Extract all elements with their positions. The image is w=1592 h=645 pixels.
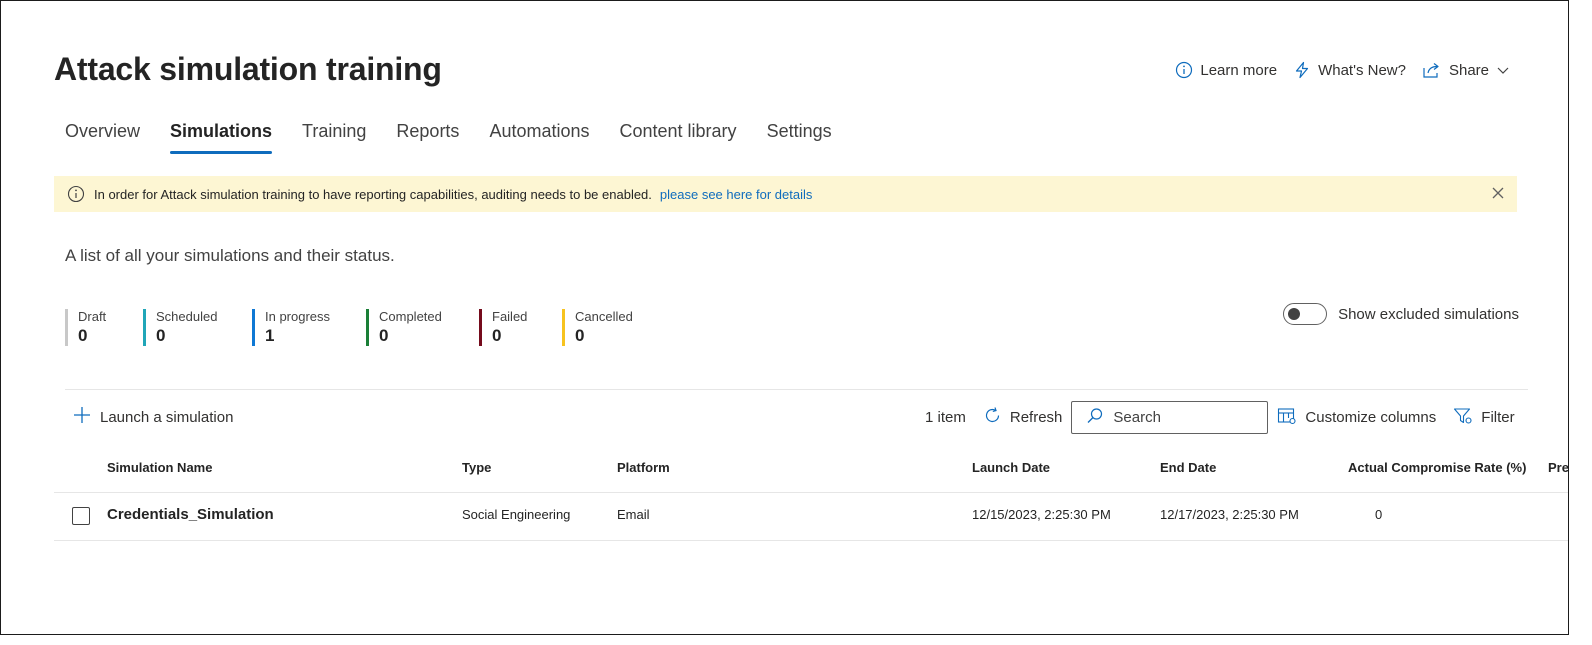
whats-new-button[interactable]: What's New? (1293, 61, 1406, 79)
share-label: Share (1448, 61, 1489, 79)
cell-platform: Email (617, 507, 650, 522)
simulation-name-link[interactable]: Credentials_Simulation (107, 506, 274, 523)
toggle-knob (1288, 308, 1301, 320)
launch-simulation-label: Launch a simulation (100, 408, 234, 426)
tab-settings[interactable]: Settings (767, 121, 832, 154)
status-scheduled[interactable]: Scheduled 0 (143, 309, 252, 347)
plus-icon (73, 406, 91, 428)
status-count: 0 (379, 326, 389, 345)
column-header-compromise-rate[interactable]: Actual Compromise Rate (%) (1348, 460, 1526, 475)
status-count: 0 (575, 326, 585, 345)
learn-more-label: Learn more (1200, 61, 1278, 79)
row-checkbox[interactable] (72, 507, 90, 525)
status-count: 0 (78, 326, 88, 345)
status-count: 1 (265, 326, 275, 345)
status-label: Completed (379, 309, 442, 324)
tab-automations[interactable]: Automations (489, 121, 589, 154)
tab-bar: Overview Simulations Training Reports Au… (65, 121, 862, 154)
info-icon (67, 185, 85, 203)
tab-content-library[interactable]: Content library (620, 121, 737, 154)
banner-message: In order for Attack simulation training … (94, 186, 652, 202)
filter-button[interactable]: Filter (1453, 407, 1515, 429)
app-frame: Attack simulation training Learn more Wh… (0, 0, 1569, 635)
page-description: A list of all your simulations and their… (65, 246, 395, 265)
show-excluded-toggle-group: Show excluded simulations (1283, 303, 1519, 325)
item-count: 1 item (925, 409, 966, 426)
status-summary: Draft 0 Scheduled 0 In progress 1 Completed… (65, 309, 652, 347)
tab-training[interactable]: Training (302, 121, 366, 154)
filter-label: Filter (1481, 409, 1515, 426)
status-label: Failed (492, 309, 528, 324)
status-label: Scheduled (156, 309, 218, 324)
divider (65, 389, 1528, 390)
launch-simulation-button[interactable]: Launch a simulation (73, 406, 233, 428)
search-box[interactable] (1071, 401, 1269, 434)
banner-details-link[interactable]: please see here for details (660, 187, 812, 202)
refresh-icon (983, 406, 1002, 429)
status-bar (479, 309, 482, 346)
tab-overview[interactable]: Overview (65, 121, 140, 154)
share-button[interactable]: Share (1422, 61, 1510, 79)
customize-columns-icon (1277, 407, 1297, 429)
column-header-truncated[interactable]: Pre (1548, 460, 1568, 475)
whats-new-label: What's New? (1318, 61, 1406, 79)
status-bar (562, 309, 565, 346)
lightning-icon (1293, 61, 1311, 79)
share-icon (1422, 61, 1442, 79)
column-header-platform[interactable]: Platform (617, 460, 670, 475)
info-icon (1175, 61, 1193, 79)
customize-columns-button[interactable]: Customize columns (1277, 407, 1436, 429)
column-header-launch-date[interactable]: Launch Date (972, 460, 1050, 475)
refresh-button[interactable]: Refresh (983, 406, 1063, 429)
status-cancelled[interactable]: Cancelled 0 (562, 309, 652, 347)
column-header-type[interactable]: Type (462, 460, 491, 475)
show-excluded-toggle[interactable] (1283, 303, 1328, 325)
status-count: 0 (156, 326, 166, 345)
status-label: In progress (265, 309, 331, 324)
cell-compromise-rate: 0 (1375, 507, 1383, 522)
page-title: Attack simulation training (54, 51, 442, 87)
chevron-down-icon (1496, 63, 1510, 77)
status-bar (143, 309, 146, 346)
header-actions: Learn more What's New? Share (1175, 61, 1510, 79)
tab-reports[interactable]: Reports (396, 121, 459, 154)
status-label: Cancelled (575, 309, 633, 324)
tab-simulations[interactable]: Simulations (170, 121, 273, 154)
close-icon[interactable] (1491, 186, 1505, 203)
cell-end-date: 12/17/2023, 2:25:30 PM (1160, 507, 1299, 522)
show-excluded-label: Show excluded simulations (1338, 305, 1519, 323)
column-header-simulation-name[interactable]: Simulation Name (107, 460, 212, 475)
search-input[interactable] (1113, 409, 1264, 426)
refresh-label: Refresh (1009, 409, 1063, 426)
learn-more-button[interactable]: Learn more (1175, 61, 1277, 79)
table-divider (54, 540, 1568, 541)
customize-columns-label: Customize columns (1305, 409, 1437, 426)
search-icon (1086, 407, 1104, 429)
status-completed[interactable]: Completed 0 (366, 309, 479, 347)
status-bar (252, 309, 255, 346)
auditing-warning-banner: In order for Attack simulation training … (54, 176, 1517, 212)
cell-launch-date: 12/15/2023, 2:25:30 PM (972, 507, 1111, 522)
status-in-progress[interactable]: In progress 1 (252, 309, 366, 347)
status-bar (366, 309, 369, 346)
command-bar: 1 item Refresh Customize columns Filter (925, 401, 1515, 434)
column-header-end-date[interactable]: End Date (1160, 460, 1216, 475)
status-count: 0 (492, 326, 502, 345)
filter-icon (1453, 407, 1473, 429)
status-bar (65, 309, 68, 346)
status-draft[interactable]: Draft 0 (65, 309, 143, 347)
table-divider (54, 492, 1568, 493)
status-label: Draft (78, 309, 107, 324)
cell-type: Social Engineering (462, 507, 571, 522)
status-failed[interactable]: Failed 0 (479, 309, 562, 347)
